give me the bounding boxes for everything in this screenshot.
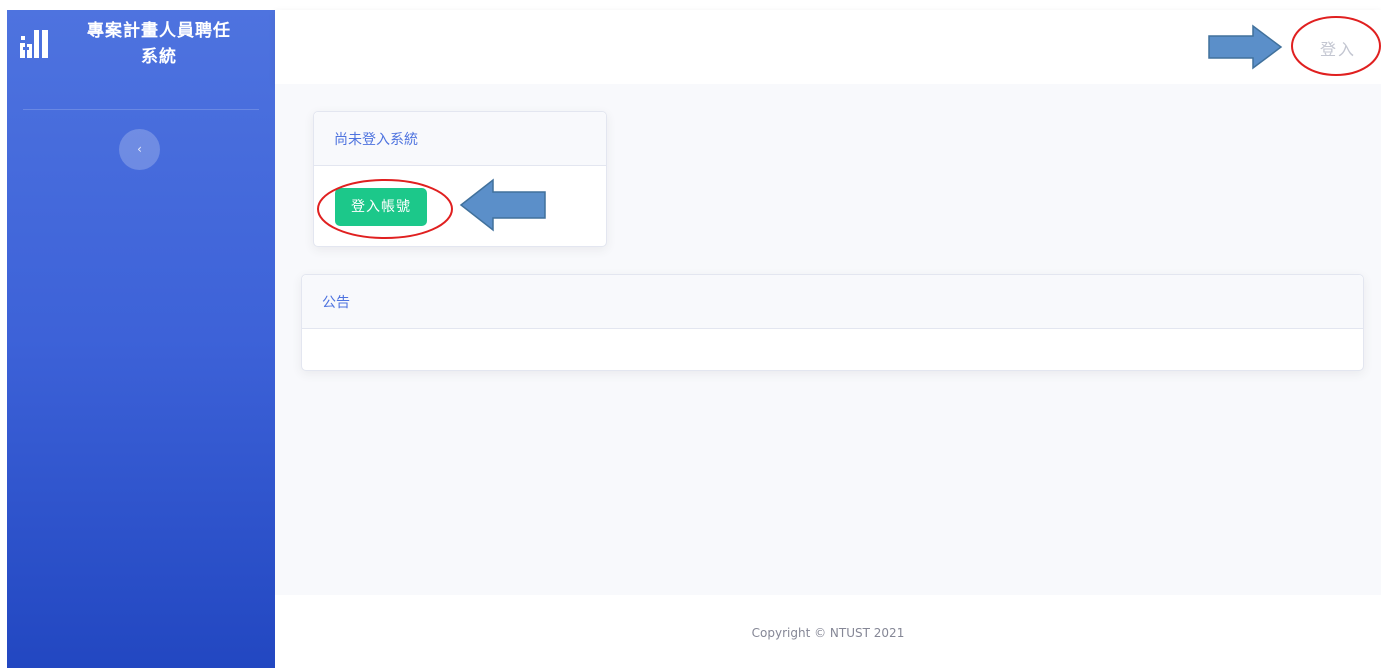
- sidebar-toggle-button[interactable]: ‹: [119, 129, 160, 170]
- sidebar-divider: [23, 109, 259, 110]
- notice-card: 公告: [301, 274, 1364, 371]
- copyright-text: Copyright © NTUST 2021: [751, 626, 905, 640]
- arrow-right-annotation-icon: [1208, 24, 1283, 70]
- notice-card-header: 公告: [302, 275, 1363, 329]
- notice-card-title: 公告: [322, 295, 350, 311]
- highlight-circle-annotation-icon: [317, 179, 453, 239]
- login-card-header: 尚未登入系統: [314, 112, 606, 166]
- brand-title: 專案計畫人員聘任系統: [87, 21, 231, 67]
- footer: Copyright © NTUST 2021: [275, 595, 1381, 668]
- highlight-circle-annotation-icon: [1291, 16, 1381, 76]
- arrow-left-annotation-icon: [459, 178, 546, 232]
- building-logo-icon: [20, 30, 48, 58]
- login-card-title: 尚未登入系統: [334, 132, 418, 148]
- sidebar: 專案計畫人員聘任系統 ‹: [7, 10, 275, 668]
- sidebar-brand[interactable]: 專案計畫人員聘任系統: [7, 10, 275, 106]
- top-strip: [0, 0, 1381, 10]
